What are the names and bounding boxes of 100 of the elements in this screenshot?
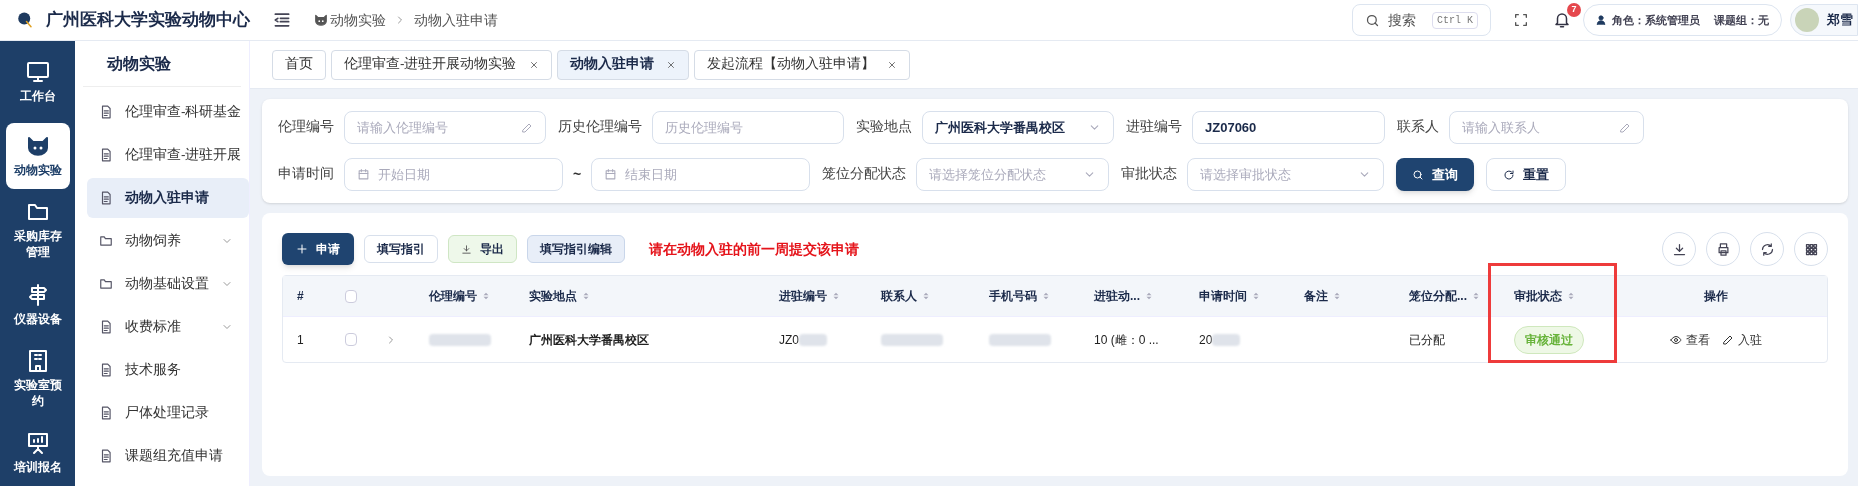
redacted-block	[881, 333, 943, 346]
search-button[interactable]: 搜索 Ctrl K	[1352, 4, 1491, 36]
sidebar-item[interactable]: 收费标准	[87, 307, 249, 347]
pencil-icon	[1722, 333, 1734, 346]
notification-bell-icon	[1553, 11, 1571, 29]
presentation-board-icon	[25, 430, 50, 455]
tab[interactable]: 发起流程【动物入驻申请】	[693, 49, 910, 80]
search-button[interactable]: 查询	[1396, 158, 1475, 191]
table-cell-text: 广州医科大学番禺校区	[529, 331, 649, 349]
document-icon	[99, 105, 113, 119]
fullscreen-icon	[1513, 12, 1529, 28]
toolbar-button[interactable]: 导出	[448, 235, 517, 263]
breadcrumb-item: 动物入驻申请	[414, 10, 498, 30]
sort-icon	[581, 290, 591, 302]
nav-rail-item[interactable]: 采购库存管理	[5, 197, 70, 264]
toolbar-button[interactable]: 填写指引编辑	[527, 235, 625, 263]
sidebar-item[interactable]: 伦理审查-进驻开展	[87, 135, 249, 175]
sidebar-item[interactable]: 动物饲养	[87, 221, 249, 261]
column-header[interactable]: 伦理编号	[415, 276, 515, 316]
tab[interactable]: 伦理审查-进驻开展动物实验	[331, 49, 552, 80]
close-icon[interactable]	[665, 59, 676, 70]
search-icon	[1365, 12, 1380, 28]
range-separator: ~	[573, 165, 582, 184]
field-label: 历史伦理编号	[558, 118, 642, 137]
redacted-block	[1212, 333, 1241, 346]
sort-icon	[831, 290, 841, 302]
close-icon[interactable]	[528, 59, 539, 70]
refresh-icon	[1503, 168, 1516, 181]
column-header[interactable]: 申请时间	[1185, 276, 1290, 316]
user-menu[interactable]: 郑雪	[1790, 4, 1858, 36]
column-header[interactable]: 联系人	[867, 276, 975, 316]
column-header[interactable]: 进驻动...	[1080, 276, 1185, 316]
tab[interactable]: 首页	[272, 49, 326, 80]
nav-rail-item[interactable]: 仪器设备	[5, 271, 70, 338]
nav-rail-item[interactable]: 培训报名	[5, 419, 70, 486]
sidebar-item[interactable]: 技术服务	[87, 350, 249, 390]
field-label: 联系人	[1397, 118, 1439, 137]
notice-text: 请在动物入驻的前一周提交该申请	[649, 239, 859, 259]
notification-badge: 7	[1567, 3, 1581, 17]
sort-icon	[921, 290, 931, 302]
app-title: 广州医科大学实验动物中心	[46, 9, 250, 32]
sort-icon	[481, 290, 491, 302]
sort-icon	[1144, 290, 1154, 302]
checkbox[interactable]	[345, 333, 357, 346]
nav-rail-item[interactable]: 动物实验	[5, 123, 70, 190]
grid-icon	[1803, 241, 1819, 257]
action-link[interactable]: 查看	[1670, 330, 1710, 349]
shortcut-hint: Ctrl K	[1432, 11, 1478, 29]
input-field[interactable]: JZ07060	[1192, 111, 1385, 144]
sidebar-title: 动物实验	[83, 41, 241, 87]
sort-icon	[1471, 290, 1481, 302]
column-header[interactable]: 实验地点	[515, 276, 765, 316]
toolbar-button[interactable]: 填写指引	[364, 235, 438, 263]
checkbox[interactable]	[345, 289, 357, 303]
folder-icon	[99, 234, 113, 248]
field-label: 笼位分配状态	[822, 165, 907, 184]
column-header: #	[296, 288, 305, 305]
column-header[interactable]: 进驻编号	[765, 276, 867, 316]
column-header[interactable]: 备注	[1290, 276, 1395, 316]
cat-icon	[25, 134, 50, 159]
nav-rail-item[interactable]: 实验室预约	[5, 345, 70, 412]
field-label: 实验地点	[856, 118, 912, 137]
close-icon[interactable]	[886, 59, 897, 70]
sidebar-item[interactable]: 动物基础设置	[87, 264, 249, 304]
sort-icon	[1251, 290, 1261, 302]
eye-icon	[1670, 333, 1682, 346]
avatar	[1795, 8, 1819, 32]
field-label: 审批状态	[1121, 165, 1178, 184]
table-cell: 20	[1199, 330, 1241, 349]
sidebar-item[interactable]: 尸体处理记录	[87, 393, 249, 433]
plus-icon	[296, 243, 308, 255]
sidebar-item[interactable]: 伦理审查-科研基金	[87, 92, 249, 132]
table-cell-text: 1	[297, 331, 304, 349]
sidebar-item[interactable]: 动物入驻申请	[87, 178, 249, 218]
action-link[interactable]: 入驻	[1722, 330, 1762, 349]
nav-rail-item[interactable]: 工作台	[5, 49, 70, 116]
calendar-icon	[357, 168, 370, 181]
tab[interactable]: 动物入驻申请	[556, 49, 689, 80]
document-icon	[99, 363, 113, 377]
table-cell: JZ0	[779, 330, 827, 349]
sidebar-item[interactable]: 课题组充值申请	[87, 436, 249, 476]
sort-icon	[1566, 290, 1576, 302]
pencil-icon	[1619, 121, 1631, 134]
document-icon	[99, 449, 113, 463]
sort-icon	[1041, 290, 1051, 302]
cat-icon	[314, 13, 328, 27]
pencil-icon	[521, 121, 533, 134]
breadcrumb-item[interactable]: 动物实验	[330, 9, 386, 31]
print-icon	[1715, 241, 1731, 257]
select-field[interactable]: 广州医科大学番禺校区	[922, 111, 1114, 144]
column-header[interactable]: 手机号码	[975, 276, 1080, 316]
folder-icon	[99, 277, 113, 291]
column-header[interactable]: 审批状态	[1500, 276, 1605, 316]
column-header[interactable]: 笼位分配...	[1395, 276, 1500, 316]
document-icon	[99, 320, 113, 334]
group-label: 课题组：无	[1714, 12, 1769, 28]
reset-button[interactable]: 重置	[1486, 158, 1567, 191]
menu-collapse-icon	[272, 10, 292, 30]
toolbar-button[interactable]: 申请	[282, 233, 354, 265]
status-tag: 审核通过	[1514, 325, 1584, 354]
